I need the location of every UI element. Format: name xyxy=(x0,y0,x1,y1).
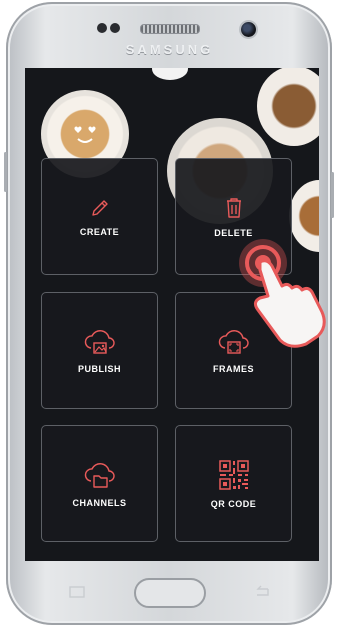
recent-apps-key[interactable] xyxy=(67,585,87,604)
sensor-dot xyxy=(110,23,120,33)
qr-code-button[interactable]: QR CODE xyxy=(175,425,292,542)
status-notch xyxy=(152,68,188,80)
publish-button[interactable]: PUBLISH xyxy=(41,292,158,409)
qr-code-label: QR CODE xyxy=(210,498,257,509)
trash-icon xyxy=(226,197,241,218)
brand-logo: SAMSUNG xyxy=(125,42,214,57)
volume-button xyxy=(4,152,7,192)
pencil-icon xyxy=(91,199,108,216)
heart-eyes-icon xyxy=(74,126,96,143)
frames-label: FRAMES xyxy=(213,363,254,374)
tap-gesture-indicator xyxy=(232,232,339,362)
sensor-dot xyxy=(97,23,107,33)
earpiece-speaker xyxy=(140,24,200,34)
front-camera xyxy=(241,22,256,37)
recent-apps-icon xyxy=(69,586,85,598)
create-label: CREATE xyxy=(79,226,120,237)
emoji-latte-face xyxy=(69,122,101,148)
tap-hand-icon xyxy=(239,239,326,348)
power-button xyxy=(331,172,334,218)
cloud-image-icon xyxy=(84,329,115,354)
qr-code-icon xyxy=(218,459,249,490)
latte-art-photo xyxy=(257,68,319,146)
create-button[interactable]: CREATE xyxy=(41,158,158,275)
channels-button[interactable]: CHANNELS xyxy=(41,425,158,542)
home-button[interactable] xyxy=(134,578,206,608)
cloud-folder-icon xyxy=(84,462,115,488)
channels-label: CHANNELS xyxy=(72,497,127,508)
publish-label: PUBLISH xyxy=(77,363,121,374)
back-key[interactable] xyxy=(252,585,272,604)
back-icon xyxy=(256,585,269,596)
